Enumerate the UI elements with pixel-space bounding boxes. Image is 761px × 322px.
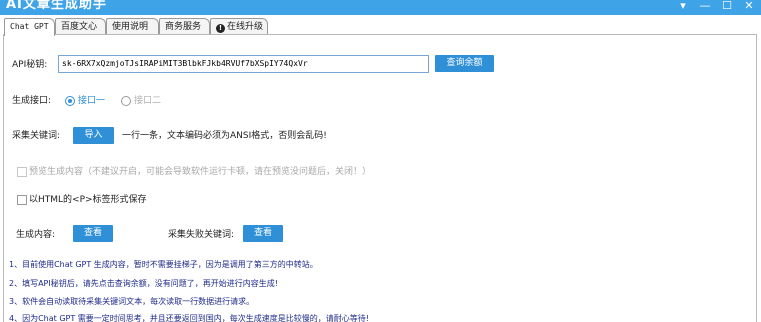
interface-label: 生成接口:: [12, 96, 52, 106]
note-1: 1、目前使用Chat GPT 生成内容，暂时不需要挂梯子，因为是调用了第三方的中…: [9, 260, 318, 269]
preview-label: 预览生成内容（不建议开启，可能会导致软件运行卡顿，请在预览没问题后，关闭！）: [29, 167, 372, 177]
tab-bar: Chat GPT 百度文心 使用说明 商务服务 ! 在线升级: [0, 15, 761, 36]
maximize-icon[interactable]: ☐: [721, 0, 733, 13]
title-bar: AI文章生成助手 ▾ — ☐ ✕: [0, 0, 761, 15]
api-key-label: API秘钥:: [12, 60, 48, 70]
generated-content-label: 生成内容:: [16, 230, 56, 240]
note-2: 2、填写API秘钥后，请先点击查询余额，没有问题了，再开始进行内容生成!: [9, 279, 278, 288]
keywords-hint: 一行一条，文本编码必须为ANSI格式，否则会乱码!: [122, 131, 327, 141]
tab-online-upgrade[interactable]: ! 在线升级: [210, 18, 268, 35]
window-controls: ▾ — ☐ ✕: [677, 0, 755, 15]
html-p-checkbox[interactable]: [17, 195, 27, 205]
keywords-label: 采集关键词:: [12, 131, 61, 141]
close-icon[interactable]: ✕: [743, 0, 755, 13]
window-title: AI文章生成助手: [6, 0, 107, 12]
failed-keywords-label: 采集失败关键词:: [168, 230, 235, 240]
interface-2-label[interactable]: 接口二: [134, 95, 161, 107]
view-failed-button[interactable]: 查看: [243, 225, 283, 242]
upgrade-info-icon: !: [216, 24, 225, 33]
api-key-input[interactable]: sk-6RX7xQzmjoTJsIRAPiMIT3BlbkFJkb4RVUf7b…: [58, 55, 429, 73]
tab-chat-gpt[interactable]: Chat GPT: [4, 18, 55, 36]
view-generated-button[interactable]: 查看: [73, 225, 113, 242]
preview-checkbox[interactable]: [17, 167, 27, 177]
interface-2-radio[interactable]: [121, 96, 131, 106]
tab-baidu-wenxin[interactable]: 百度文心: [55, 18, 106, 35]
html-p-label: 以HTML的<P>标签形式保存: [29, 195, 147, 205]
note-3: 3、软件会自动读取待采集关键词文本，每次读取一行数据进行请求。: [9, 297, 255, 306]
interface-1-radio[interactable]: [65, 96, 75, 106]
tab-instructions[interactable]: 使用说明: [106, 18, 159, 35]
interface-1-label[interactable]: 接口一: [78, 95, 105, 107]
query-balance-button[interactable]: 查询余额: [435, 55, 494, 72]
import-button[interactable]: 导入: [73, 127, 114, 144]
menu-icon[interactable]: ▾: [677, 0, 689, 13]
tab-business-service[interactable]: 商务服务: [159, 18, 210, 35]
note-4: 4、因为Chat GPT 需要一定时间思考，并且还要返回到国内，每次生成速度是比…: [9, 314, 369, 322]
tab-online-upgrade-label: 在线升级: [227, 22, 264, 32]
minimize-icon[interactable]: —: [699, 0, 711, 13]
